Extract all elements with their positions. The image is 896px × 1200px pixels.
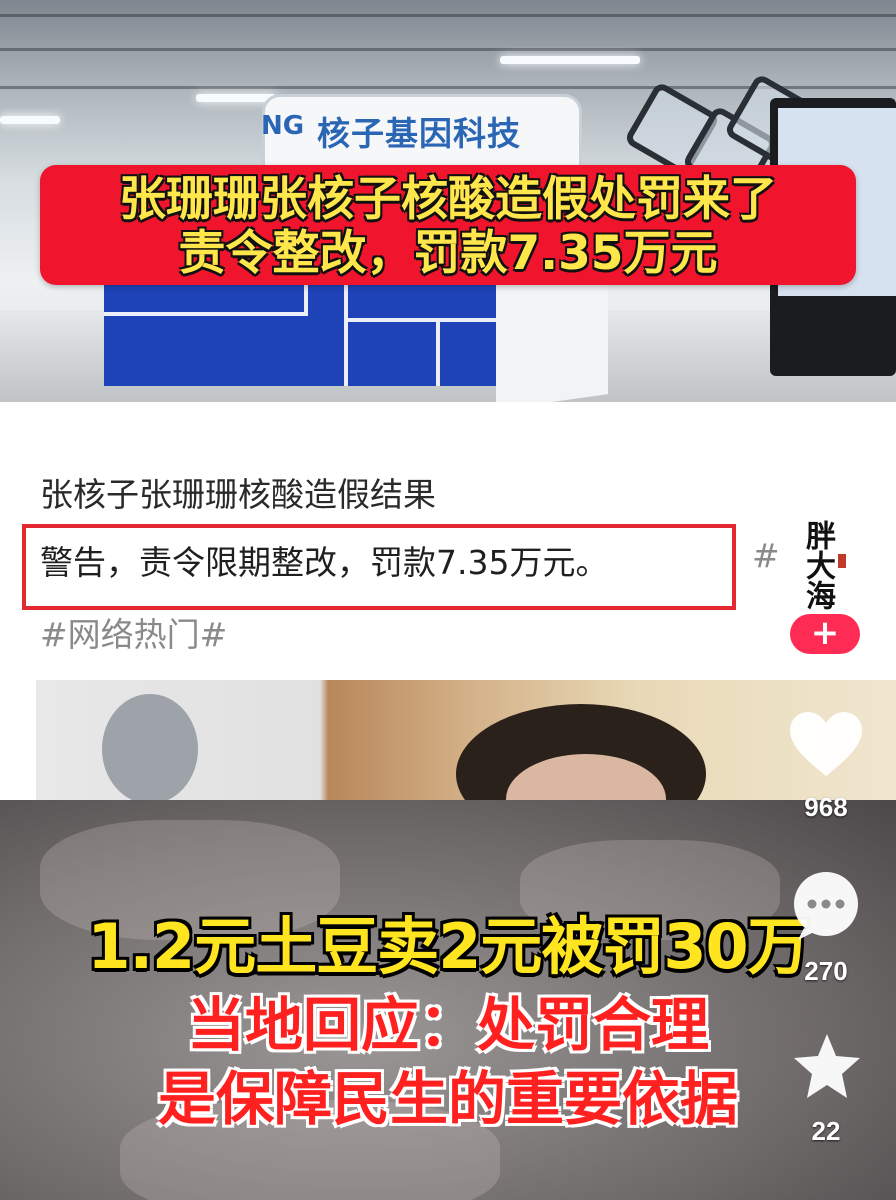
star-icon[interactable] [792, 1032, 862, 1100]
post-caption: 张核子张珊珊核酸造假结果 警告，责令限期整改，罚款7.35万元。 # #网络热门… [0, 402, 896, 680]
company-logo: NG [261, 111, 305, 141]
headline-line-1: 张珊珊张核子核酸造假处罚来了 [119, 172, 777, 227]
comment-icon[interactable] [790, 870, 862, 942]
ceiling-beam [0, 14, 896, 17]
hashtag-link[interactable]: #网络热门# [40, 608, 227, 656]
ceiling-beam [0, 48, 896, 51]
bottom-video-frame[interactable]: 1.2元土豆卖2元被罚30万 当地回应：处罚合理 是保障民生的重要依据 [0, 800, 896, 1200]
avatar-seal [838, 554, 846, 568]
like-count: 968 [804, 792, 848, 822]
ceiling-light [196, 94, 276, 102]
follow-button[interactable]: + [790, 614, 860, 654]
hashtag-trail[interactable]: # [752, 536, 780, 575]
reception-desk [104, 282, 520, 386]
secondary-video-frame[interactable] [36, 680, 896, 804]
headline-banner: 张珊珊张核子核酸造假处罚来了 责令整改，罚款7.35万元 [40, 165, 856, 285]
comment-count: 270 [804, 956, 848, 986]
photo-object [102, 694, 198, 804]
avatar-calligraphy: 胖大海 [800, 520, 835, 610]
video-caption-line-1: 1.2元土豆卖2元被罚30万 [87, 910, 809, 983]
author-avatar[interactable]: 胖大海 [796, 520, 896, 620]
post-body: 警告，责令限期整改，罚款7.35万元。 [40, 543, 609, 582]
headline-line-2: 责令整改，罚款7.35万元 [178, 226, 718, 281]
company-sign-text: 核子基因科技 [317, 114, 521, 153]
heart-icon[interactable] [788, 710, 864, 780]
ceiling-light [0, 116, 60, 124]
favorite-count: 22 [811, 1116, 841, 1146]
post-title: 张核子张珊珊核酸造假结果 [40, 475, 436, 514]
video-caption-line-3: 是保障民生的重要依据 [157, 1065, 738, 1133]
ceiling-light [500, 56, 640, 64]
video-caption-line-2: 当地回应：处罚合理 [186, 991, 709, 1059]
plus-icon: + [810, 613, 840, 653]
